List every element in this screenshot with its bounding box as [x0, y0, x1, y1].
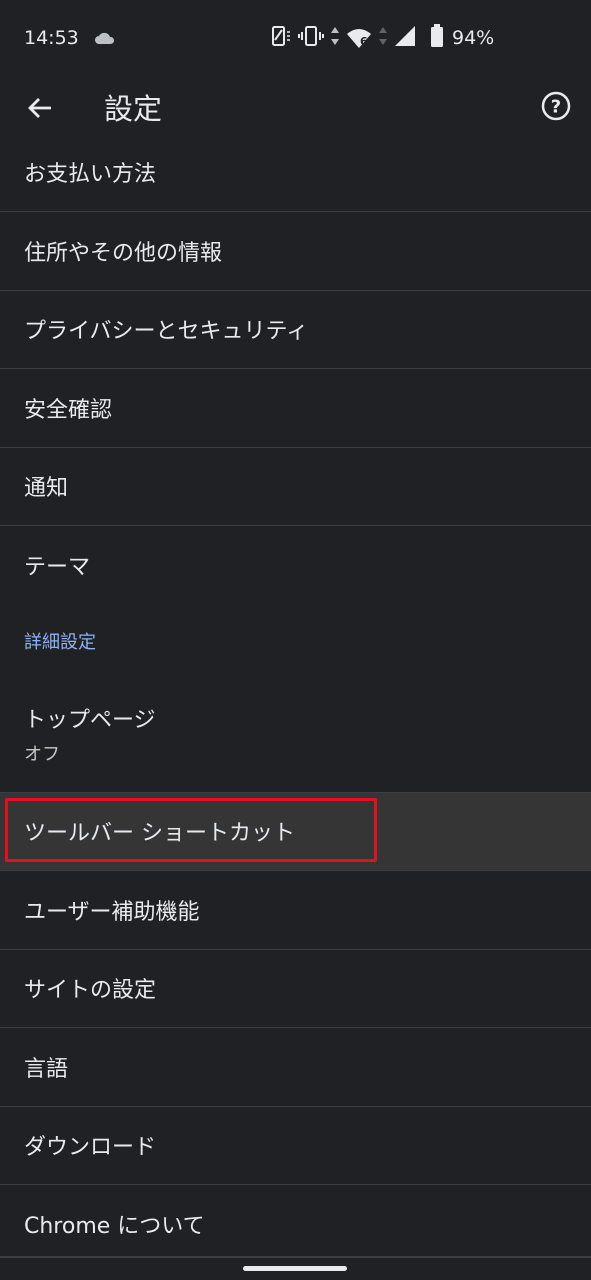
- settings-item-subtitle: オフ: [24, 744, 60, 765]
- data-arrows-icon: [378, 25, 388, 51]
- settings-item-payment[interactable]: お支払い方法: [0, 134, 591, 212]
- settings-item-label: ツールバー ショートカット: [24, 821, 295, 847]
- settings-item-addresses[interactable]: 住所やその他の情報: [0, 212, 591, 291]
- settings-item-notifications[interactable]: 通知: [0, 448, 591, 526]
- battery-percent: 94%: [452, 27, 495, 49]
- settings-item-privacy[interactable]: プライバシーとセキュリティ: [0, 291, 591, 369]
- vibrate-icon: [298, 24, 324, 52]
- settings-item-label: プライバシーとセキュリティ: [24, 319, 309, 345]
- page-title: 設定: [104, 92, 163, 126]
- status-time: 14:53: [24, 27, 79, 49]
- settings-item-label: Chrome について: [24, 1214, 205, 1240]
- settings-item-label: 安全確認: [24, 397, 113, 423]
- app-bar: 設定 ?: [0, 80, 591, 140]
- settings-item-label: ダウンロード: [24, 1135, 157, 1161]
- network-badge: 6: [360, 35, 368, 48]
- navigation-gesture-handle[interactable]: [243, 1266, 347, 1271]
- settings-list: お支払い方法 住所やその他の情報 プライバシーとセキュリティ 安全確認 通知 テ…: [0, 134, 591, 1264]
- section-header-label: 詳細設定: [24, 631, 96, 653]
- help-button[interactable]: ?: [536, 88, 576, 128]
- back-button[interactable]: [20, 90, 60, 130]
- wifi-icon: 6: [346, 27, 372, 49]
- settings-item-theme[interactable]: テーマ: [0, 526, 591, 605]
- settings-item-label: サイトの設定: [24, 978, 157, 1004]
- settings-item-accessibility[interactable]: ユーザー補助機能: [0, 871, 591, 950]
- signal-icon: [394, 25, 416, 51]
- settings-item-label: 通知: [24, 476, 69, 502]
- settings-item-label: ユーザー補助機能: [24, 899, 200, 925]
- settings-item-label: お支払い方法: [24, 162, 157, 187]
- divider: [0, 1256, 591, 1258]
- settings-item-label: 言語: [24, 1056, 69, 1082]
- back-arrow-icon: [26, 94, 54, 126]
- settings-item-toolbar-shortcut[interactable]: ツールバー ショートカット: [0, 792, 591, 871]
- cloud-icon: [94, 30, 116, 49]
- settings-item-label: テーマ: [24, 555, 91, 581]
- settings-item-downloads[interactable]: ダウンロード: [0, 1107, 591, 1185]
- settings-item-site-settings[interactable]: サイトの設定: [0, 950, 591, 1028]
- settings-item-homepage[interactable]: トップページ オフ: [0, 677, 591, 793]
- settings-item-label: トップページ: [24, 708, 156, 733]
- help-icon: ?: [540, 90, 572, 126]
- rotate-icon: [268, 24, 292, 52]
- svg-text:?: ?: [551, 97, 561, 118]
- data-arrows-icon: [330, 25, 340, 51]
- settings-item-about-chrome[interactable]: Chrome について: [0, 1185, 591, 1264]
- settings-item-label: 住所やその他の情報: [24, 240, 223, 266]
- status-bar: 14:53 6 94%: [0, 0, 591, 80]
- settings-item-safety-check[interactable]: 安全確認: [0, 369, 591, 448]
- section-header-advanced: 詳細設定: [0, 605, 591, 677]
- settings-item-languages[interactable]: 言語: [0, 1028, 591, 1107]
- battery-icon: [430, 24, 444, 52]
